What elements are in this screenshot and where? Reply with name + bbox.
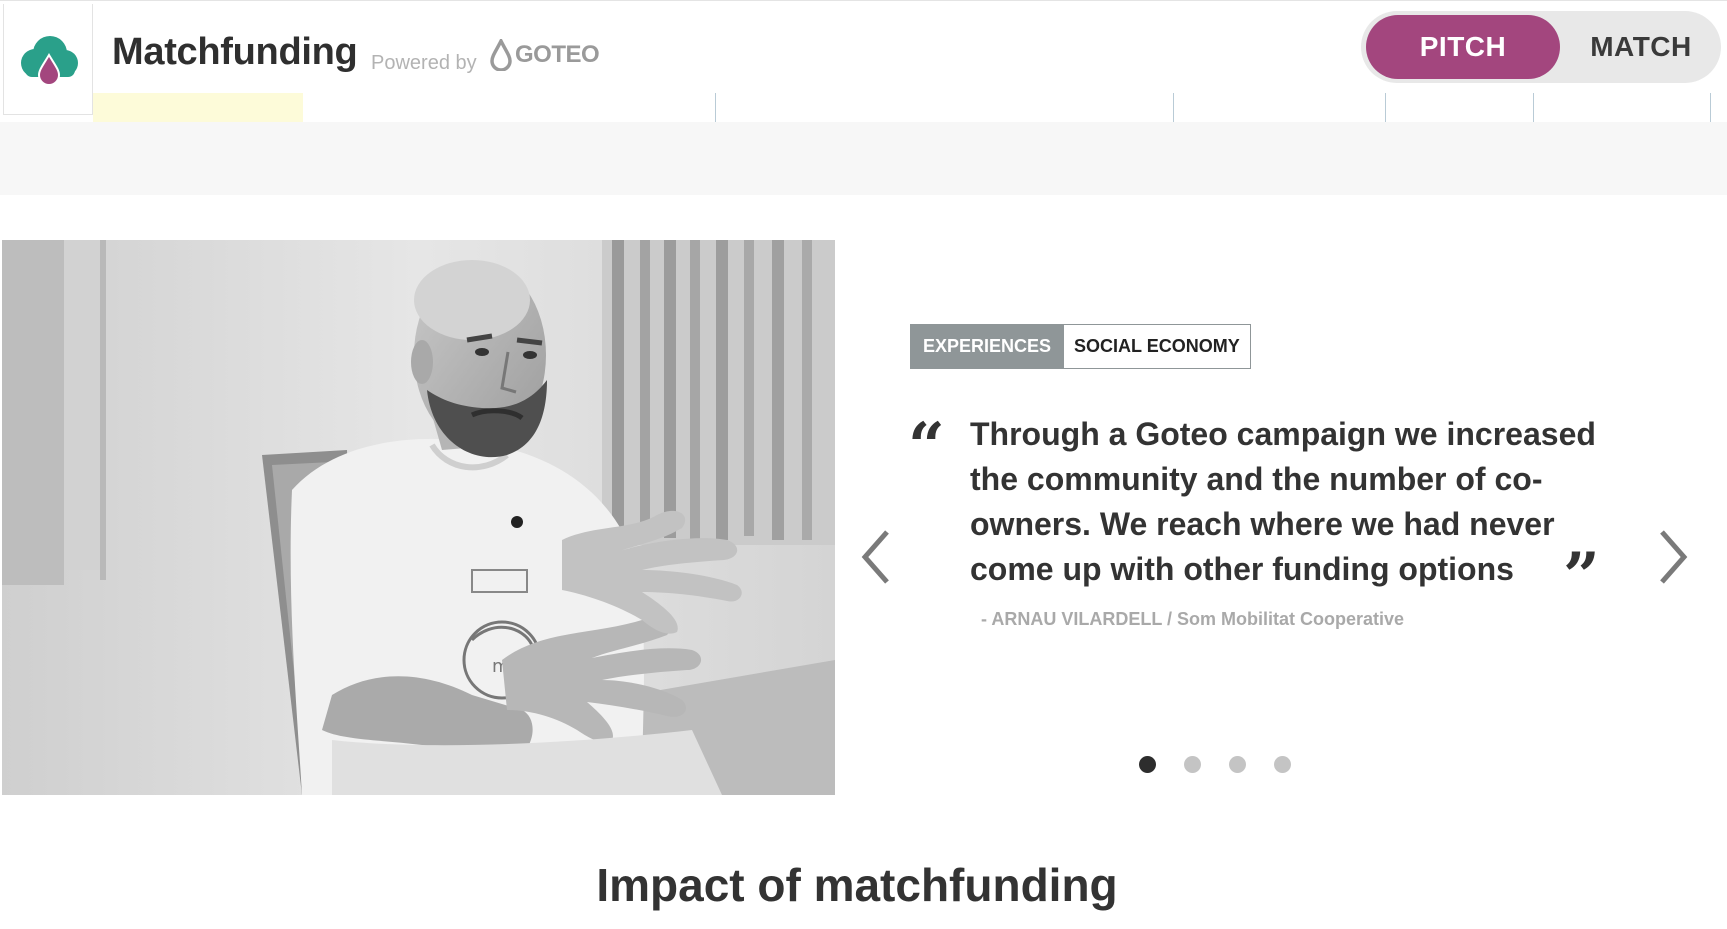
match-button[interactable]: MATCH: [1571, 15, 1711, 79]
nav-item-highlighted[interactable]: [93, 93, 303, 123]
chevron-right-icon: [1660, 530, 1688, 584]
section-title: Impact of matchfunding: [596, 859, 1118, 911]
testimonial-quote: Through a Goteo campaign we increased th…: [970, 416, 1596, 587]
carousel-dot-1[interactable]: [1139, 756, 1156, 773]
carousel-dot-3[interactable]: [1229, 756, 1246, 773]
quote-close-icon: ”: [1563, 539, 1600, 614]
pitch-match-toggle: PITCH MATCH: [1361, 11, 1721, 83]
testimonial-photo: mobilit: [2, 240, 835, 795]
header-band: [0, 122, 1727, 195]
goteo-label: GOTEO: [515, 41, 600, 68]
nav-divider: [1385, 93, 1386, 123]
tag-experiences[interactable]: EXPERIENCES: [910, 324, 1065, 369]
carousel-dot-2[interactable]: [1184, 756, 1201, 773]
carousel-dots: [1139, 756, 1291, 773]
powered-by-label: Powered by: [371, 52, 477, 74]
testimonial-author: - ARNAU VILARDELL / Som Mobilitat Cooper…: [981, 609, 1405, 629]
chevron-left-icon: [861, 530, 889, 584]
nav-divider: [1533, 93, 1534, 123]
goteo-logo[interactable]: GOTEO: [490, 39, 600, 71]
nav-strip: [93, 93, 1711, 123]
carousel-prev-button[interactable]: [857, 528, 897, 586]
nav-divider: [1710, 93, 1711, 123]
logo[interactable]: [3, 4, 93, 115]
site-header: Matchfunding Powered by GOTEO PITCH MATC…: [0, 0, 1727, 123]
nav-divider: [1173, 93, 1174, 123]
brand-title[interactable]: Matchfunding: [112, 31, 358, 74]
nav-divider: [715, 93, 716, 123]
cloud-drop-icon: [21, 36, 78, 85]
pitch-button[interactable]: PITCH: [1366, 15, 1560, 79]
carousel-dot-4[interactable]: [1274, 756, 1291, 773]
quote-open-icon: “: [908, 409, 945, 484]
carousel-next-button[interactable]: [1652, 528, 1692, 586]
goteo-drop-icon: [490, 39, 512, 71]
tag-social-economy[interactable]: SOCIAL ECONOMY: [1064, 324, 1251, 369]
tag-group: EXPERIENCES SOCIAL ECONOMY: [910, 324, 1251, 369]
